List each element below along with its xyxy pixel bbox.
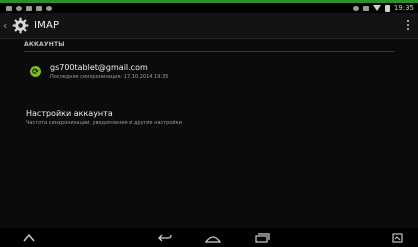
- overflow-menu-icon[interactable]: [407, 20, 410, 30]
- gear-icon[interactable]: [12, 17, 29, 34]
- wifi-icon: [372, 5, 381, 11]
- settings-content: АККАУНТЫ ⟳ gs700tablet@gmail.com Последн…: [24, 38, 394, 126]
- notification-icons: [6, 5, 52, 11]
- account-settings-title: Настройки аккаунта: [26, 109, 113, 118]
- navigation-bar: [0, 228, 418, 247]
- battery-icon: [384, 4, 390, 12]
- system-icons: 19:35: [352, 4, 414, 12]
- sync-icon: ⟳: [30, 65, 41, 77]
- account-settings-subtitle: Частота синхронизации, уведомления и дру…: [26, 120, 182, 126]
- account-email: gs700tablet@gmail.com: [50, 62, 148, 72]
- download-icon: [16, 5, 22, 11]
- image-icon: [26, 5, 32, 11]
- signal-icon: [362, 5, 369, 11]
- email-icon: [36, 5, 42, 11]
- recents-icon[interactable]: [253, 232, 271, 243]
- notification-icon: [6, 5, 12, 11]
- bluetooth-icon: [352, 5, 359, 11]
- screenshot-icon[interactable]: [390, 232, 404, 243]
- page-title: IMAP: [34, 20, 60, 31]
- up-caret-icon[interactable]: ‹: [3, 19, 11, 32]
- home-icon[interactable]: [203, 232, 223, 243]
- section-header-accounts: АККАУНТЫ: [24, 41, 394, 52]
- menu-up-icon[interactable]: [22, 232, 36, 243]
- screen: 19:35 ‹ IMAP АККАУНТЫ ⟳ gs700tablet@gmai…: [0, 0, 418, 247]
- status-bar: 19:35: [0, 3, 418, 13]
- account-text: gs700tablet@gmail.com Последняя синхрони…: [50, 63, 168, 80]
- account-settings-item[interactable]: Настройки аккаунта Частота синхронизации…: [24, 109, 394, 126]
- account-item[interactable]: ⟳ gs700tablet@gmail.com Последняя синхро…: [24, 55, 394, 87]
- back-icon[interactable]: [156, 232, 174, 243]
- clock: 19:35: [393, 4, 414, 12]
- action-bar: ‹ IMAP: [0, 13, 418, 39]
- download-icon: [46, 5, 52, 11]
- account-last-sync: Последняя синхронизация: 17.10.2014 19:3…: [50, 73, 169, 80]
